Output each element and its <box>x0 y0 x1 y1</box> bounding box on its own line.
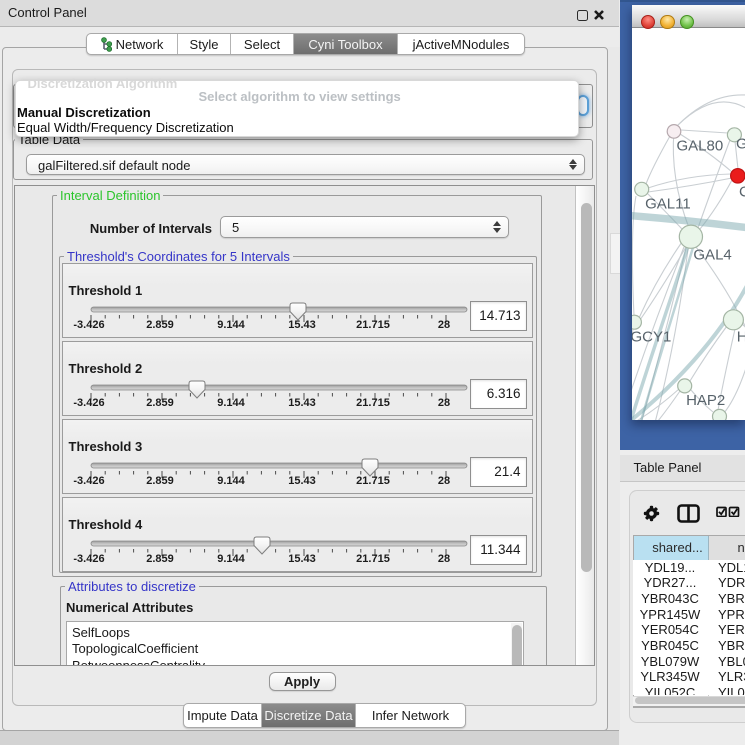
svg-text:HAP2: HAP2 <box>686 392 725 409</box>
svg-text:C: C <box>739 184 745 201</box>
svg-text:GAL4: GAL4 <box>693 246 731 263</box>
svg-text:G: G <box>736 135 745 152</box>
svg-text:GAL11: GAL11 <box>645 196 691 213</box>
svg-text:GCY1: GCY1 <box>632 329 671 346</box>
svg-text:GAL80: GAL80 <box>676 138 723 155</box>
svg-text:H: H <box>736 329 745 346</box>
